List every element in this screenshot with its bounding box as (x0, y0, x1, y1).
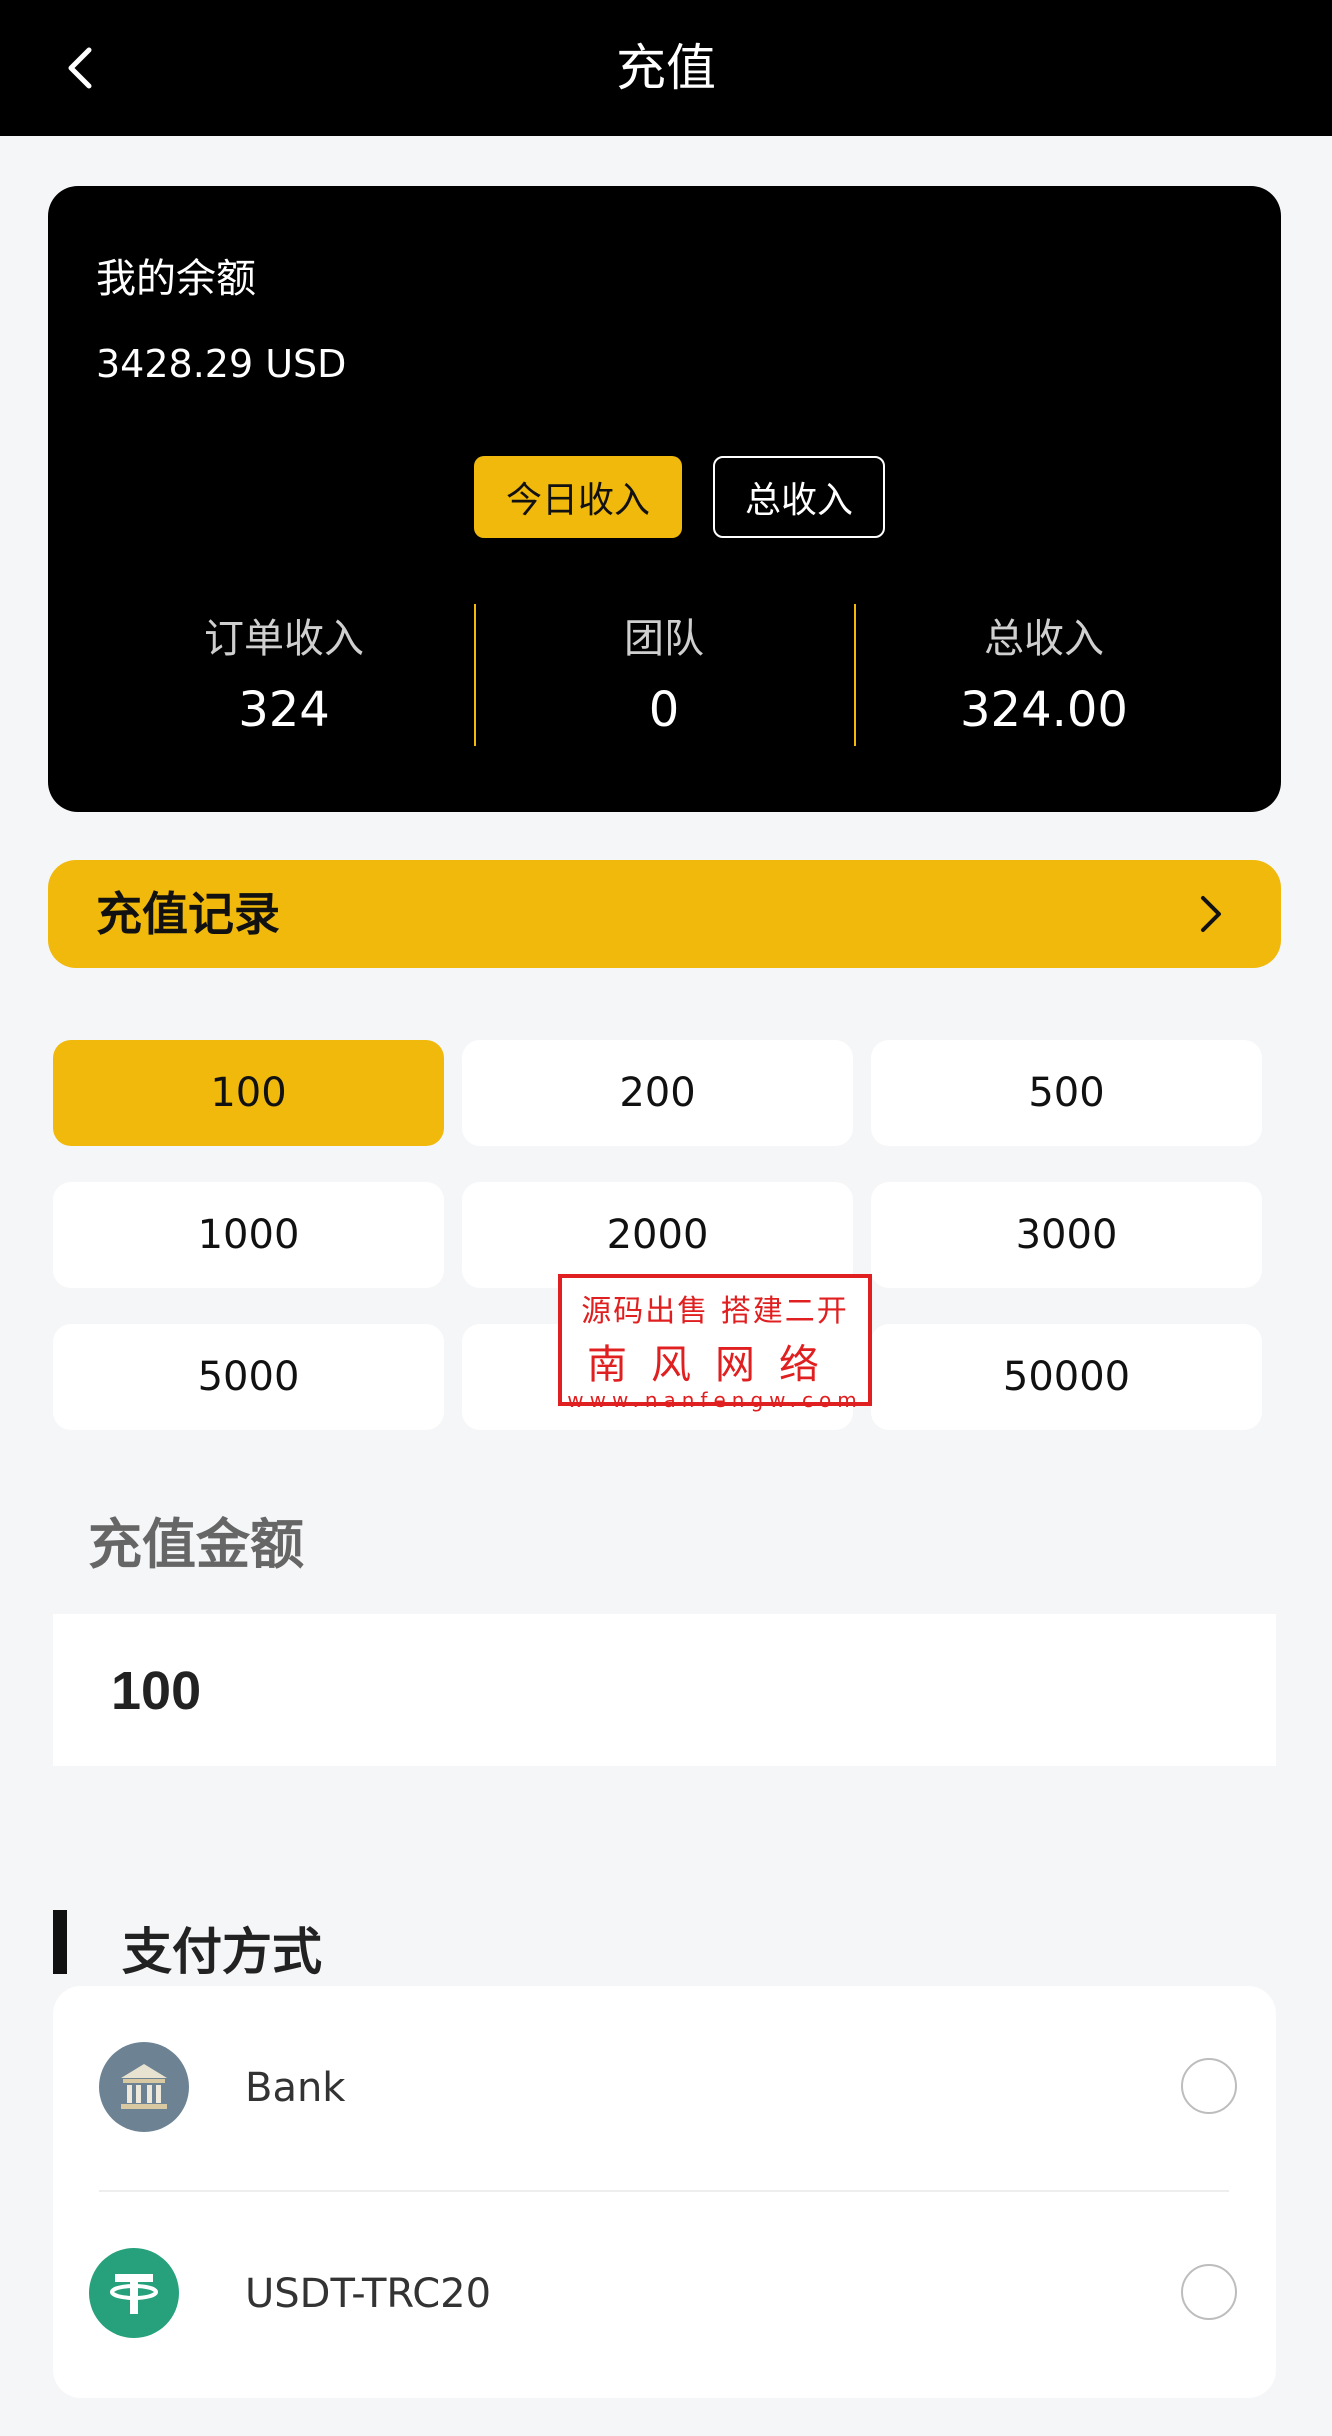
today-income-button[interactable]: 今日收入 (474, 456, 682, 538)
amount-option[interactable]: 5000 (53, 1324, 444, 1430)
amount-option[interactable]: 2000 (462, 1182, 853, 1288)
recharge-record-label: 充值记录 (96, 887, 280, 941)
stat-total-income: 总收入 324.00 (854, 606, 1234, 738)
total-income-button[interactable]: 总收入 (713, 456, 885, 538)
stat-label: 订单收入 (204, 616, 364, 662)
amount-option[interactable]: 500 (871, 1040, 1262, 1146)
top-header: 充值 (0, 0, 1332, 136)
payment-radio[interactable] (1181, 2264, 1237, 2320)
page-title: 充值 (616, 39, 716, 97)
stat-value: 324.00 (960, 682, 1128, 738)
stat-label: 团队 (624, 616, 704, 662)
payment-radio[interactable] (1181, 2058, 1237, 2114)
stat-value: 0 (648, 682, 680, 738)
watermark-stamp: 源码出售 搭建二开 南风网络 www.nanfengw.com (558, 1274, 872, 1412)
chevron-right-icon (1201, 896, 1221, 932)
recharge-record-button[interactable]: 充值记录 (48, 860, 1281, 968)
watermark-line1: 源码出售 搭建二开 (581, 1294, 849, 1329)
tether-icon (89, 2248, 179, 2338)
section-marker (53, 1910, 67, 1974)
payment-option-bank[interactable]: Bank (53, 1986, 1276, 2190)
watermark-line3: www.nanfengw.com (567, 1388, 863, 1412)
balance-card: 我的余额 3428.29 USD 今日收入 总收入 订单收入 324 团队 0 … (48, 186, 1281, 812)
stat-label: 总收入 (984, 616, 1104, 662)
stat-team: 团队 0 (474, 606, 854, 738)
payment-option-usdt[interactable]: USDT-TRC20 (53, 2192, 1276, 2396)
amount-option[interactable]: 50000 (871, 1324, 1262, 1430)
bank-icon (99, 2042, 189, 2132)
stat-order-income: 订单收入 324 (94, 606, 474, 738)
amount-option[interactable]: 100 (53, 1040, 444, 1146)
balance-label: 我的余额 (96, 256, 256, 302)
payment-method-list: Bank USDT-TRC20 (53, 1986, 1276, 2398)
payment-name: USDT-TRC20 (245, 2271, 492, 2317)
amount-input-container (53, 1614, 1276, 1768)
amount-input[interactable] (109, 1614, 1213, 1768)
stat-value: 324 (238, 682, 330, 738)
amount-option[interactable]: 200 (462, 1040, 853, 1146)
payment-name: Bank (245, 2065, 346, 2111)
watermark-line2: 南风网络 (587, 1342, 843, 1388)
balance-value: 3428.29 USD (96, 342, 347, 386)
payment-method-title: 支付方式 (122, 1923, 322, 1981)
amount-option[interactable]: 3000 (871, 1182, 1262, 1288)
amount-option[interactable]: 1000 (53, 1182, 444, 1288)
recharge-amount-title: 充值金额 (88, 1513, 304, 1576)
